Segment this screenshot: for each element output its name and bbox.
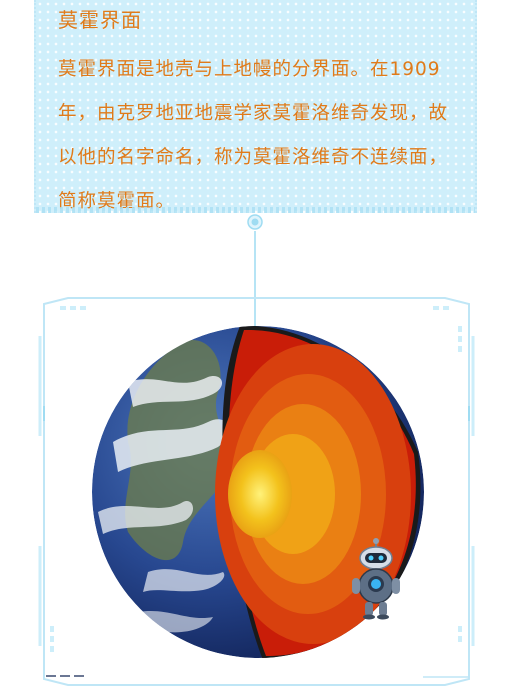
connector-dot-icon [247,214,263,230]
card-body-text: 莫霍界面是地壳与上地幔的分界面。在1909年，由克罗地亚地震学家莫霍洛维奇发现，… [58,59,449,212]
card-title: 莫霍界面 [58,8,142,32]
robot-mascot-icon [352,538,400,620]
info-card: 莫霍界面 莫霍界面是地壳与上地幔的分界面。在1909年，由克罗地亚地震学家莫霍洛… [34,0,477,213]
